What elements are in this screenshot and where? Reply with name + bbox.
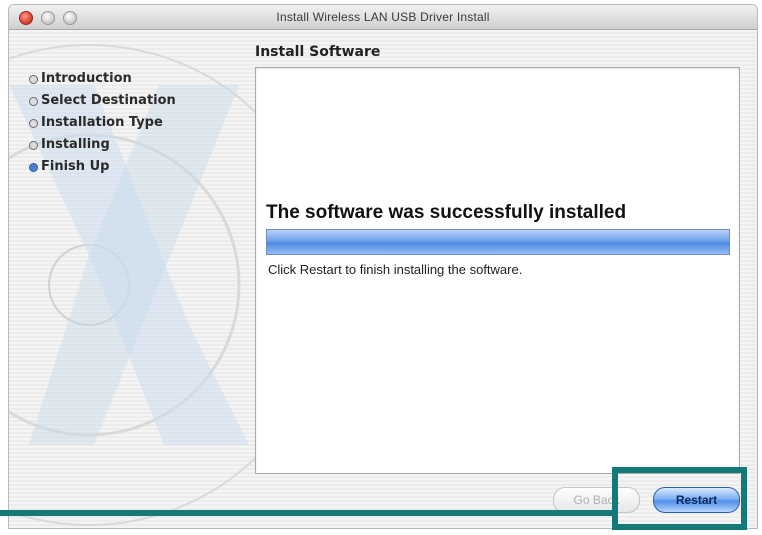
step-select-destination: Select Destination [29, 90, 176, 112]
restart-highlight-box [612, 467, 747, 530]
section-title: Install Software [255, 44, 381, 60]
title-bar[interactable]: Install Wireless LAN USB Driver Install [9, 5, 757, 30]
step-finish-up: Finish Up [29, 156, 176, 178]
step-installing: Installing [29, 134, 176, 156]
active-step-bullet-icon [29, 162, 38, 172]
instruction-text: Click Restart to finish installing the s… [268, 262, 523, 277]
step-bullet-icon [29, 140, 38, 150]
step-bullet-icon [29, 118, 38, 128]
step-label: Select Destination [41, 93, 176, 108]
progress-fill [267, 230, 729, 254]
step-label: Installing [41, 137, 110, 152]
callout-line [0, 510, 612, 516]
window-title: Install Wireless LAN USB Driver Install [276, 10, 490, 24]
step-bullet-icon [29, 74, 38, 84]
install-progress-bar [266, 229, 730, 255]
success-message: The software was successfully installed [266, 202, 627, 223]
step-label: Installation Type [41, 115, 163, 130]
step-label: Finish Up [41, 159, 110, 174]
step-label: Introduction [41, 71, 132, 86]
content-panel: The software was successfully installed … [255, 67, 740, 474]
step-bullet-icon [29, 96, 38, 106]
step-introduction: Introduction [29, 68, 176, 90]
step-installation-type: Installation Type [29, 112, 176, 134]
installer-window: Install Wireless LAN USB Driver Install … [8, 4, 758, 529]
installer-steps-list: Introduction Select Destination Installa… [29, 68, 176, 178]
